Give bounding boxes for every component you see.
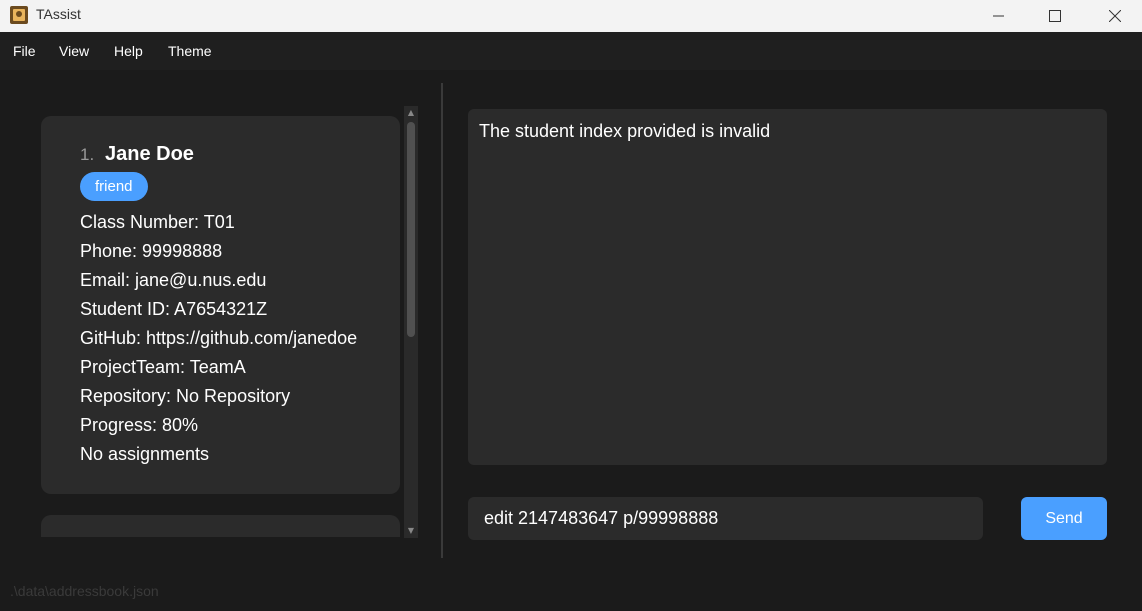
- phone: Phone: 99998888: [80, 241, 223, 261]
- split-divider[interactable]: [441, 83, 443, 558]
- maximize-icon: [1049, 10, 1061, 22]
- result-text: The student index provided is invalid: [479, 121, 771, 141]
- window-title: TAssist: [36, 6, 81, 22]
- scroll-thumb[interactable]: [407, 122, 415, 337]
- command-input[interactable]: [484, 508, 964, 529]
- student-card-next[interactable]: [41, 515, 400, 537]
- menu-bar: File View Help Theme: [0, 32, 1142, 70]
- maximize-button[interactable]: [1032, 0, 1078, 32]
- status-bar-path: .\data\addressbook.json: [10, 583, 159, 599]
- scroll-down-arrow-icon[interactable]: ▼: [404, 524, 418, 538]
- class-number: Class Number: T01: [80, 212, 235, 232]
- tag-badge: friend: [80, 172, 148, 201]
- send-button[interactable]: Send: [1021, 497, 1107, 540]
- repository: Repository: No Repository: [80, 386, 291, 406]
- minimize-button[interactable]: [976, 0, 1022, 32]
- student-name: Jane Doe: [105, 143, 194, 165]
- scroll-up-arrow-icon[interactable]: ▲: [404, 106, 418, 120]
- menu-help[interactable]: Help: [114, 43, 143, 59]
- assignments: No assignments: [80, 444, 210, 464]
- app-icon: [10, 6, 28, 24]
- email: Email: jane@u.nus.edu: [80, 270, 267, 290]
- title-bar: TAssist: [0, 0, 1142, 32]
- student-id: Student ID: A7654321Z: [80, 299, 268, 319]
- menu-file[interactable]: File: [13, 43, 36, 59]
- minimize-icon: [993, 15, 1004, 17]
- close-button[interactable]: [1092, 0, 1138, 32]
- menu-view[interactable]: View: [59, 43, 89, 59]
- menu-theme[interactable]: Theme: [168, 43, 212, 59]
- progress: Progress: 80%: [80, 415, 199, 435]
- student-index: 1.: [80, 145, 95, 164]
- close-icon: [1109, 10, 1121, 22]
- github: GitHub: https://github.com/janedoe: [80, 328, 358, 348]
- project-team: ProjectTeam: TeamA: [80, 357, 246, 377]
- result-display: [468, 109, 1107, 465]
